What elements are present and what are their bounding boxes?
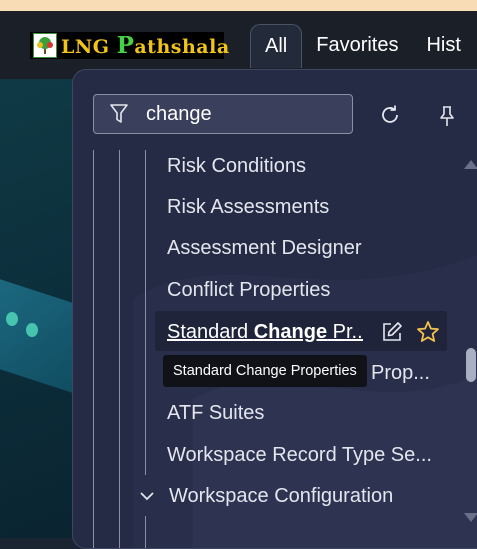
- section-label: Workspace Configuration: [169, 484, 394, 507]
- menu-item-standard-change-properties[interactable]: Standard Change Pr...: [167, 320, 363, 344]
- tab-all[interactable]: All: [250, 24, 303, 68]
- favorite-star-icon[interactable]: [416, 320, 440, 344]
- logo[interactable]: LNG Pathshala: [30, 32, 229, 59]
- menu-item-assessment-designer[interactable]: Assessment Designer: [167, 236, 362, 260]
- scrollbar-thumb[interactable]: [466, 348, 476, 382]
- tree-guide-line: [93, 150, 94, 548]
- background-dot: [26, 323, 38, 337]
- pin-icon[interactable]: [437, 105, 457, 127]
- all-menu-panel: Risk Conditions Risk Assessments Assessm…: [72, 69, 477, 549]
- nav-tabs: All Favorites Hist: [250, 24, 475, 68]
- background-illustration: [0, 79, 80, 538]
- scroll-up-arrow[interactable]: [463, 158, 477, 170]
- scroll-down-arrow[interactable]: [463, 512, 477, 524]
- tree-guide-line: [145, 516, 146, 548]
- section-workspace-configuration[interactable]: Workspace Configuration: [139, 484, 393, 508]
- top-strip: [0, 0, 477, 11]
- tab-history[interactable]: Hist: [412, 24, 474, 68]
- menu-item-partial-properties[interactable]: Prop...: [371, 361, 430, 385]
- background-dot: [6, 312, 18, 326]
- refresh-icon[interactable]: [378, 103, 402, 127]
- logo-text: LNG Pathshala: [61, 32, 230, 59]
- tree-guide-line: [145, 150, 146, 475]
- logo-tree-icon: [33, 33, 57, 58]
- menu-item-conflict-properties[interactable]: Conflict Properties: [167, 278, 330, 302]
- tab-favorites[interactable]: Favorites: [302, 24, 412, 68]
- chevron-down-icon: [140, 492, 154, 501]
- edit-icon[interactable]: [381, 321, 403, 343]
- background-device-shape: [0, 269, 80, 399]
- tree-guide-line: [119, 150, 120, 548]
- menu-item-workspace-record-type[interactable]: Workspace Record Type Se...: [167, 443, 432, 467]
- filter-icon: [110, 104, 128, 123]
- menu-background-waves: [132, 254, 477, 548]
- menu-item-risk-assessments[interactable]: Risk Assessments: [167, 195, 329, 219]
- filter-box[interactable]: [93, 94, 353, 134]
- filter-input[interactable]: [146, 102, 346, 126]
- tooltip: Standard Change Properties: [163, 355, 367, 387]
- menu-item-risk-conditions[interactable]: Risk Conditions: [167, 154, 306, 178]
- menu-item-atf-suites[interactable]: ATF Suites: [167, 401, 264, 425]
